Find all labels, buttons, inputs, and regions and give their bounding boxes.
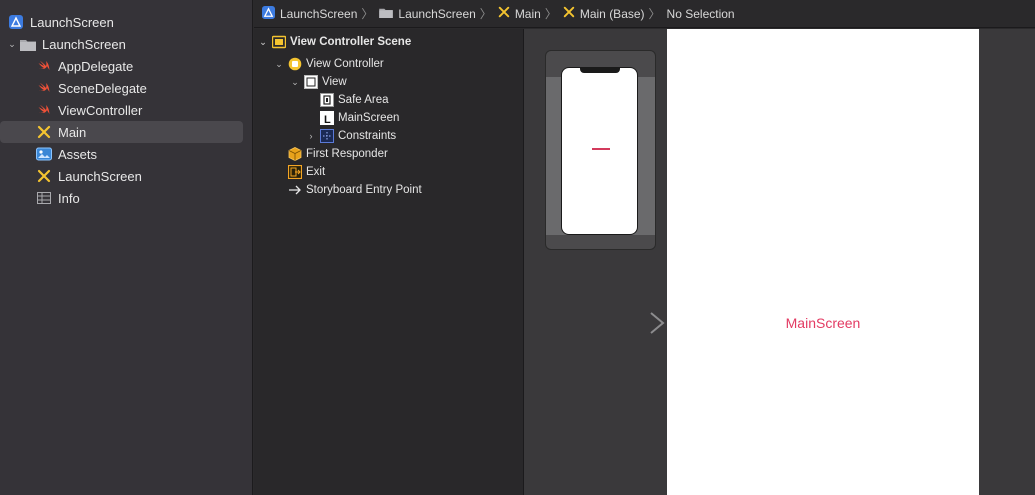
breadcrumb-label: No Selection: [666, 6, 735, 21]
nav-file-label: SceneDelegate: [58, 80, 147, 96]
swift-icon: [36, 80, 52, 96]
chevron-down-icon[interactable]: ⌄: [6, 39, 18, 50]
document-outline: ⌄ View Controller Scene ⌄ View Controlle…: [254, 29, 524, 495]
breadcrumb-file[interactable]: Main: [498, 6, 541, 21]
chevron-down-icon[interactable]: ⌄: [272, 59, 286, 70]
exit-icon: [288, 165, 302, 179]
breadcrumb-label: LaunchScreen: [280, 6, 358, 21]
breadcrumb-selection[interactable]: No Selection: [667, 7, 735, 21]
project-navigator: LaunchScreen ⌄ LaunchScreen AppDelegate …: [0, 0, 253, 495]
storyboard-icon: [36, 168, 52, 184]
nav-file-label: AppDelegate: [58, 58, 134, 74]
breadcrumb-label: Main: [514, 6, 541, 21]
outline-view-row[interactable]: ⌄ View: [288, 73, 347, 91]
outline-entrypoint-label: Storyboard Entry Point: [306, 184, 422, 196]
chevron-right-icon: 〉: [544, 7, 557, 21]
outline-scene-row[interactable]: ⌄ View Controller Scene: [256, 33, 411, 51]
outline-constraints-label: Constraints: [338, 130, 397, 142]
minimap-device: [561, 67, 638, 235]
nav-project-row[interactable]: LaunchScreen: [0, 11, 253, 33]
folder-icon: [379, 7, 394, 21]
chevron-right-icon: 〉: [479, 7, 492, 21]
outline-exit-row[interactable]: Exit: [288, 163, 325, 181]
view-controller-scene[interactable]: MainScreen: [667, 29, 979, 495]
breadcrumb-label: LaunchScreen: [398, 6, 476, 21]
folder-icon: [20, 36, 36, 52]
scene-icon: [272, 35, 286, 49]
project-icon: [262, 5, 275, 22]
canvas-background: [979, 29, 1035, 495]
nav-file-label: ViewController: [58, 102, 143, 118]
outline-safearea-row[interactable]: Safe Area: [320, 91, 389, 109]
chevron-down-icon[interactable]: ⌄: [288, 77, 302, 88]
outline-view-label: View: [322, 76, 347, 88]
label-icon: L: [320, 111, 334, 125]
storyboard-icon: [563, 6, 575, 21]
nav-file-info[interactable]: Info: [0, 187, 253, 209]
nav-file-viewcontroller[interactable]: ViewController: [0, 99, 253, 121]
breadcrumb-group[interactable]: LaunchScreen: [379, 6, 476, 21]
project-icon: [8, 14, 24, 30]
outline-firstresponder-label: First Responder: [306, 148, 388, 160]
outline-scene-label: View Controller Scene: [290, 36, 412, 48]
nav-file-launchscreen[interactable]: LaunchScreen: [0, 165, 253, 187]
outline-label-label: MainScreen: [338, 112, 400, 124]
group-name: LaunchScreen: [42, 36, 126, 52]
nav-file-label: LaunchScreen: [58, 168, 142, 184]
svg-text:L: L: [324, 114, 331, 125]
nav-file-assets[interactable]: Assets: [0, 143, 253, 165]
chevron-right-icon[interactable]: ›: [304, 131, 318, 141]
storyboard-icon: [498, 6, 510, 21]
safe-area-icon: [320, 93, 334, 107]
view-controller-icon: [288, 57, 302, 71]
storyboard-icon: [36, 124, 52, 140]
swift-icon: [36, 102, 52, 118]
arrow-right-icon: [288, 183, 302, 197]
outline-entrypoint-row[interactable]: Storyboard Entry Point: [288, 181, 422, 199]
nav-file-label: Assets: [58, 146, 98, 162]
chevron-right-icon: 〉: [361, 7, 374, 21]
scene-minimap[interactable]: [545, 50, 656, 250]
nav-file-label: Main: [58, 124, 87, 140]
outline-viewcontroller-row[interactable]: ⌄ View Controller: [272, 55, 384, 73]
outline-exit-label: Exit: [306, 166, 326, 178]
minimap-notch: [580, 67, 620, 73]
minimap-label-mark: [592, 148, 610, 150]
nav-file-label: Info: [58, 190, 80, 206]
breadcrumb-project[interactable]: LaunchScreen: [262, 5, 358, 22]
outline-constraints-row[interactable]: › Constraints: [304, 127, 396, 145]
nav-group-row[interactable]: ⌄ LaunchScreen: [0, 33, 253, 55]
asset-catalog-icon: [36, 146, 52, 162]
first-responder-icon: [288, 147, 302, 161]
outline-safearea-label: Safe Area: [338, 94, 389, 106]
outline-viewcontroller-label: View Controller: [306, 58, 384, 70]
nav-file-scenedelegate[interactable]: SceneDelegate: [0, 77, 253, 99]
storyboard-entry-arrow-icon[interactable]: [590, 311, 665, 335]
nav-file-appdelegate[interactable]: AppDelegate: [0, 55, 253, 77]
storyboard-canvas[interactable]: MainScreen: [524, 29, 1035, 495]
view-icon: [304, 75, 318, 89]
constraints-icon: [320, 129, 334, 143]
swift-icon: [36, 58, 52, 74]
nav-file-main[interactable]: Main: [0, 121, 243, 143]
project-name: LaunchScreen: [30, 14, 114, 30]
mainscreen-label[interactable]: MainScreen: [667, 315, 979, 331]
plist-icon: [36, 190, 52, 206]
jump-bar: LaunchScreen 〉 LaunchScreen 〉 Main 〉 Mai…: [254, 0, 1035, 28]
outline-firstresponder-row[interactable]: First Responder: [288, 145, 388, 163]
chevron-down-icon[interactable]: ⌄: [256, 37, 270, 48]
outline-label-row[interactable]: L MainScreen: [320, 109, 399, 127]
chevron-right-icon: 〉: [648, 7, 661, 21]
breadcrumb-label: Main (Base): [579, 6, 645, 21]
breadcrumb-localization[interactable]: Main (Base): [563, 6, 645, 21]
